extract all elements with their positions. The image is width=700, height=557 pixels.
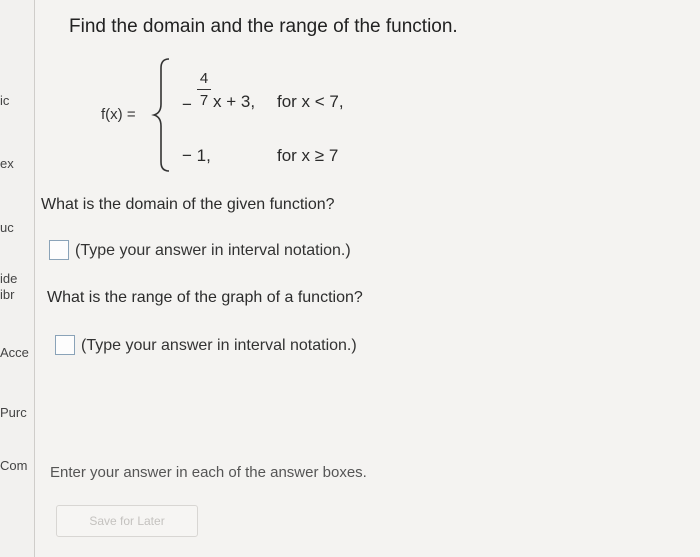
left-sidebar-strip: ic ex uc ide ibr Acce Purc Com: [0, 0, 35, 557]
piece1-sign: −: [182, 95, 192, 114]
fraction-denominator: 7: [199, 92, 209, 109]
range-prompt: What is the range of the graph of a func…: [47, 289, 363, 306]
piece1-expression: x + 3,: [213, 92, 256, 111]
piece2-condition: for x ≥ 7: [277, 146, 339, 165]
left-brace-icon: [151, 58, 170, 172]
save-for-later-button[interactable]: Save for Later: [56, 505, 198, 537]
sidebar-fragment[interactable]: Acce: [0, 345, 29, 360]
range-answer-input[interactable]: [55, 335, 75, 355]
sidebar-fragment[interactable]: uc: [0, 220, 14, 235]
piece1-condition: for x < 7,: [277, 92, 344, 111]
piece2-expression: − 1,: [182, 146, 211, 165]
sidebar-fragment[interactable]: Purc: [0, 405, 27, 420]
sidebar-fragment[interactable]: Com: [0, 458, 27, 473]
sidebar-fragment[interactable]: ibr: [0, 287, 14, 302]
question-panel: Find the domain and the range of the fun…: [35, 0, 700, 557]
sidebar-fragment[interactable]: ic: [0, 93, 9, 108]
piece1-fraction: 4 7: [197, 70, 211, 109]
fraction-bar: [197, 89, 211, 90]
fraction-numerator: 4: [199, 70, 209, 87]
question-title: Find the domain and the range of the fun…: [69, 16, 458, 37]
domain-answer-input[interactable]: [49, 240, 69, 260]
domain-prompt: What is the domain of the given function…: [41, 196, 335, 213]
footer-instructions: Enter your answer in each of the answer …: [50, 464, 367, 481]
range-hint: (Type your answer in interval notation.): [81, 337, 357, 354]
sidebar-fragment[interactable]: ide: [0, 271, 17, 286]
domain-hint: (Type your answer in interval notation.): [75, 242, 351, 259]
function-lhs: f(x) =: [101, 106, 136, 123]
sidebar-fragment[interactable]: ex: [0, 156, 14, 171]
